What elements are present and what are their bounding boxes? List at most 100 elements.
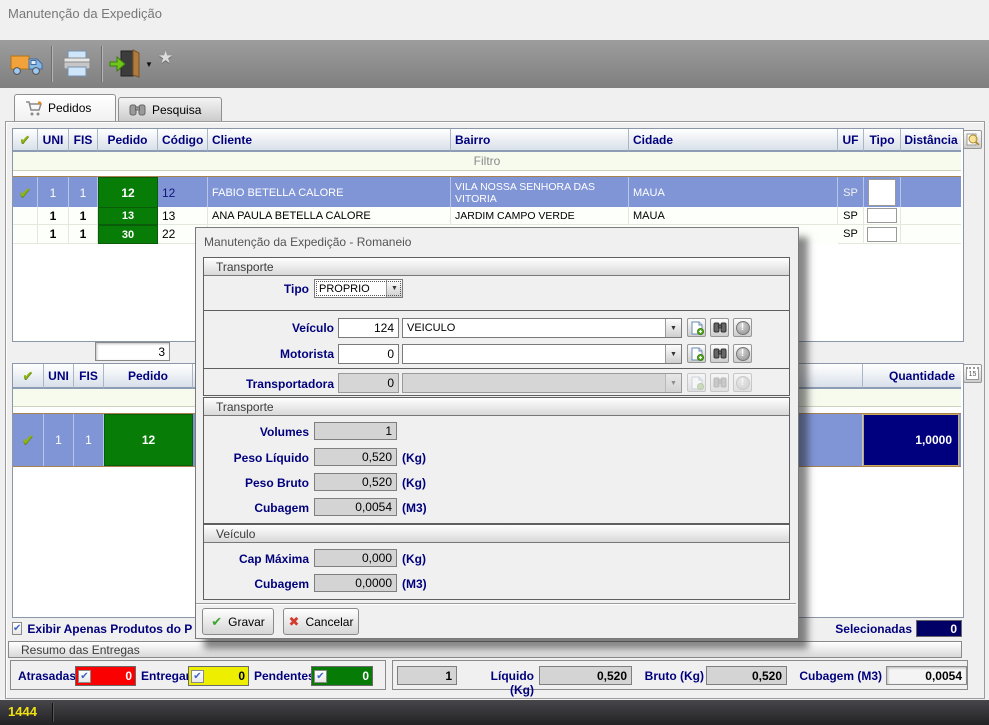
items-header-uni[interactable]: UNI [44, 364, 74, 389]
tipo-combobox[interactable]: PROPRIO ▼ [314, 279, 403, 298]
orders-header-fis[interactable]: FIS [69, 129, 98, 152]
row-check-cell[interactable] [13, 207, 38, 225]
cell-bairro[interactable]: JARDIM CAMPO VERDE [451, 207, 629, 225]
row-check-cell[interactable] [13, 225, 38, 244]
veiculo-code-input[interactable]: 124 [338, 318, 399, 338]
items-header-check[interactable]: ✔ [13, 364, 44, 389]
orders-header-codigo[interactable]: Código [158, 129, 208, 152]
tab-pesquisa[interactable]: Pesquisa [118, 97, 222, 121]
cell-codigo[interactable]: 12 [158, 177, 208, 208]
cell-uf[interactable]: SP [838, 207, 864, 225]
orders-header-distancia[interactable]: Distância [901, 129, 961, 152]
items-header-fis[interactable]: FIS [74, 364, 104, 389]
cell-distancia[interactable] [901, 225, 961, 244]
orders-filter-row[interactable]: Filtro [13, 152, 961, 171]
cell-cliente[interactable]: FABIO BETELLA CALORE [208, 177, 451, 208]
tipo-value: PROPRIO [315, 283, 370, 295]
cell-pedido[interactable]: 12 [98, 177, 158, 208]
pendentes-checkbox[interactable]: ✔ [314, 670, 327, 683]
exit-button[interactable] [106, 44, 142, 84]
cell-uni[interactable]: 1 [38, 225, 69, 244]
toolbar: ▼ ★ [0, 40, 989, 89]
cell-fis[interactable]: 1 [69, 225, 98, 244]
exit-menu-caret[interactable]: ▼ [142, 44, 156, 84]
cell-quantidade[interactable]: 1,0000 [863, 414, 959, 466]
tipo-value-box[interactable] [867, 208, 897, 223]
cell-uni[interactable]: 1 [38, 177, 69, 208]
row-check-cell[interactable]: ✔ [13, 414, 44, 466]
cell-codigo[interactable]: 13 [158, 207, 208, 225]
favorite-star[interactable]: ★ [158, 48, 173, 68]
orders-header-cidade[interactable]: Cidade [629, 129, 838, 152]
transportadora-label: Transportadora [224, 377, 334, 391]
tipo-value-box[interactable] [868, 179, 896, 206]
cell-uni[interactable]: 1 [44, 414, 74, 466]
cell-pedido[interactable]: 12 [104, 414, 193, 466]
print-button[interactable] [58, 44, 96, 84]
window-title: Manutenção da Expedição [8, 6, 162, 21]
items-header-pedido[interactable]: Pedido [104, 364, 193, 389]
cell-uf[interactable]: SP [838, 177, 864, 208]
save-button[interactable]: ✔ Gravar [202, 608, 274, 635]
veiculo-new-button[interactable] [687, 318, 706, 337]
tipo-value-box[interactable] [867, 227, 897, 242]
cancel-button[interactable]: ✖ Cancelar [283, 608, 359, 635]
orders-header-uf[interactable]: UF [838, 129, 864, 152]
cell-fis[interactable]: 1 [74, 414, 104, 466]
cell-fis[interactable]: 1 [69, 177, 98, 208]
items-header-quantidade[interactable]: Quantidade [863, 364, 961, 389]
chevron-down-icon[interactable]: ▼ [665, 319, 681, 337]
resumo-left-panel: Atrasadas ✔ 0 Entregar ✔ 0 Pendentes ✔ 0 [10, 660, 386, 690]
cell-distancia[interactable] [901, 207, 961, 225]
peso-liquido-label: Peso Líquido [204, 451, 309, 465]
motorista-code-input[interactable]: 0 [338, 344, 399, 364]
orders-header-pedido[interactable]: Pedido [98, 129, 158, 152]
cell-fis[interactable]: 1 [69, 207, 98, 225]
veiculo-caption: Veículo [204, 525, 789, 543]
resumo-title: Resumo das Entregas [21, 643, 140, 657]
entregar-checkbox[interactable]: ✔ [191, 670, 204, 683]
orders-header-check[interactable]: ✔ [13, 129, 38, 152]
cell-uni[interactable]: 1 [38, 207, 69, 225]
cell-tipo[interactable] [864, 177, 901, 208]
cell-pedido[interactable]: 30 [98, 225, 158, 244]
calendar-button[interactable]: 15 [963, 364, 982, 383]
cell-cidade[interactable]: MAUA [629, 207, 838, 225]
orders-row-2[interactable]: 1 1 13 13 ANA PAULA BETELLA CALORE JARDI… [13, 207, 961, 225]
chevron-down-icon[interactable]: ▼ [386, 280, 402, 297]
cell-distancia[interactable] [901, 177, 961, 208]
row-check-cell[interactable]: ✔ [13, 177, 38, 208]
pendentes-value: 0 [362, 669, 369, 683]
orders-header-tipo[interactable]: Tipo [864, 129, 901, 152]
title-bar: Manutenção da Expedição [0, 0, 989, 40]
cell-tipo[interactable] [864, 225, 901, 244]
veiculo-combobox[interactable]: VEICULO ▼ [402, 318, 682, 338]
transporte-totals-section: Transporte Volumes 1 Peso Líquido 0,520 … [203, 397, 790, 524]
cubagem-label: Cubagem [204, 501, 309, 515]
chevron-down-icon: ▼ [665, 374, 681, 392]
cell-uf[interactable]: SP [838, 225, 864, 244]
shipping-truck-button[interactable] [8, 44, 46, 84]
printer-icon [61, 50, 93, 78]
tab-pedidos[interactable]: Pedidos [14, 94, 116, 121]
cell-tipo[interactable] [864, 207, 901, 225]
cell-bairro[interactable]: VILA NOSSA SENHORA DAS VITORIA [451, 177, 629, 208]
grid-search-button[interactable] [963, 130, 982, 149]
orders-header-cliente[interactable]: Cliente [208, 129, 451, 152]
veiculo-info-button[interactable]: ! [733, 318, 752, 337]
entregar-value: 0 [238, 669, 245, 683]
orders-header-uni[interactable]: UNI [38, 129, 69, 152]
motorista-info-button[interactable]: ! [733, 344, 752, 363]
cell-cidade[interactable]: MAUA [629, 177, 838, 208]
cell-cliente[interactable]: ANA PAULA BETELLA CALORE [208, 207, 451, 225]
orders-header-bairro[interactable]: Bairro [451, 129, 629, 152]
veiculo-search-button[interactable] [710, 318, 729, 337]
exibir-produtos-checkbox[interactable]: ✔ [12, 622, 22, 635]
motorista-new-button[interactable] [687, 344, 706, 363]
orders-row-1[interactable]: ✔ 1 1 12 12 FABIO BETELLA CALORE VILA NO… [13, 176, 961, 209]
motorista-search-button[interactable] [710, 344, 729, 363]
chevron-down-icon[interactable]: ▼ [665, 345, 681, 363]
atrasadas-checkbox[interactable]: ✔ [78, 670, 91, 683]
cell-pedido[interactable]: 13 [98, 207, 158, 225]
motorista-combobox[interactable]: ▼ [402, 344, 682, 364]
